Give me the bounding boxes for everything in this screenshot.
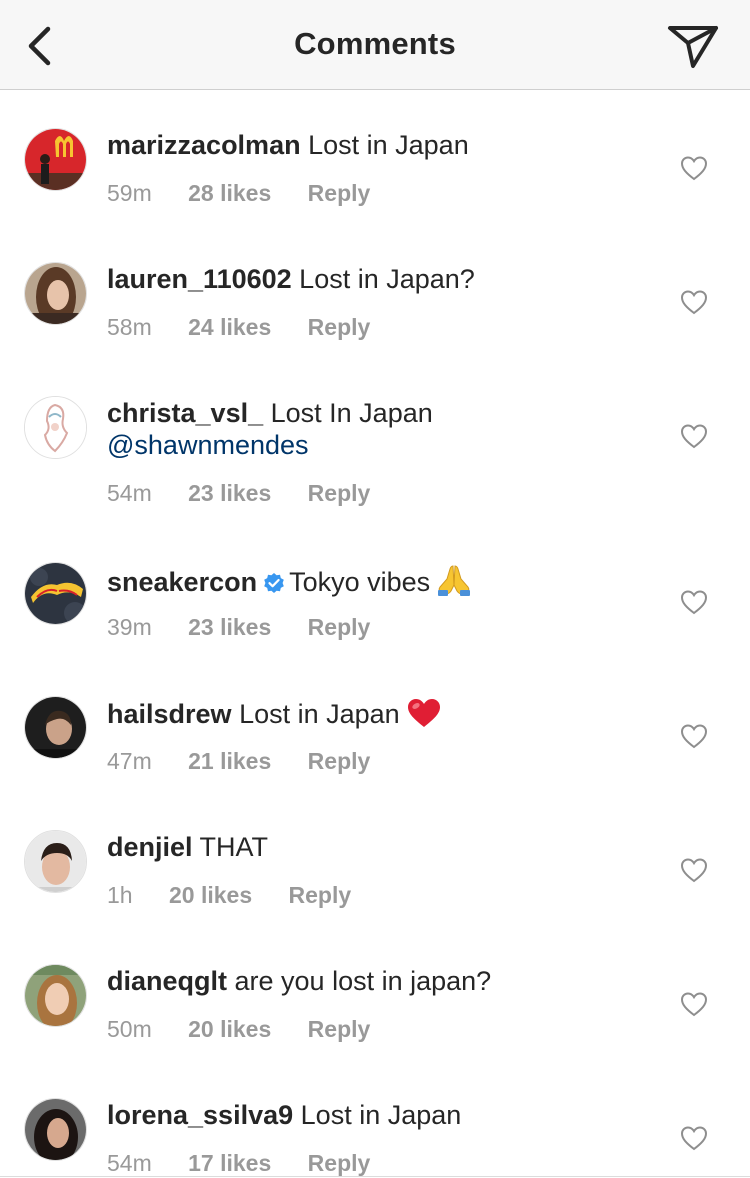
comment-body: Lost In Japan <box>270 398 433 428</box>
comment-text: sneakercon Tokyo vibes <box>107 563 647 598</box>
header-bar: Comments <box>0 0 750 90</box>
like-heart-icon[interactable] <box>680 857 708 883</box>
comment-meta: 59m 28 likes Reply <box>107 180 400 207</box>
comment-username[interactable]: christa_vsl_ <box>107 398 263 428</box>
comment-likes[interactable]: 24 likes <box>188 314 271 340</box>
comment-likes[interactable]: 21 likes <box>188 748 271 774</box>
red-heart-emoji-icon <box>407 699 440 727</box>
comment-body: are you lost in japan? <box>234 966 492 996</box>
comment-likes[interactable]: 17 likes <box>188 1150 271 1176</box>
comment-likes[interactable]: 23 likes <box>188 480 271 506</box>
comment-body: Tokyo vibes <box>289 567 431 597</box>
comment-username[interactable]: hailsdrew <box>107 699 232 729</box>
comment-time: 54m <box>107 1150 152 1176</box>
comment-body: THAT <box>199 832 269 862</box>
comment-likes[interactable]: 28 likes <box>188 180 271 206</box>
comment-text: hailsdrew Lost in Japan <box>107 697 647 730</box>
like-heart-icon[interactable] <box>680 155 708 181</box>
avatar[interactable] <box>24 1098 87 1161</box>
comment-time: 47m <box>107 748 152 774</box>
like-heart-icon[interactable] <box>680 1125 708 1151</box>
reply-button[interactable]: Reply <box>308 1150 371 1176</box>
comment-text: lorena_ssilva9 Lost in Japan <box>107 1099 647 1131</box>
comment-username[interactable]: lauren_110602 <box>107 264 292 294</box>
comment-body: Lost in Japan <box>300 1100 462 1130</box>
comment-time: 58m <box>107 314 152 340</box>
comment-meta: 50m 20 likes Reply <box>107 1016 400 1043</box>
like-heart-icon[interactable] <box>680 589 708 615</box>
share-button[interactable] <box>666 24 720 70</box>
like-heart-icon[interactable] <box>680 423 708 449</box>
comment-time: 39m <box>107 614 152 640</box>
like-heart-icon[interactable] <box>680 289 708 315</box>
reply-button[interactable]: Reply <box>308 480 371 506</box>
folded-hands-emoji-icon <box>438 565 471 596</box>
comment-text: lauren_110602 Lost in Japan? <box>107 263 647 295</box>
comment-body: Lost in Japan <box>239 699 400 729</box>
avatar[interactable] <box>24 830 87 893</box>
avatar[interactable] <box>24 696 87 759</box>
comment-likes[interactable]: 23 likes <box>188 614 271 640</box>
reply-button[interactable]: Reply <box>308 1016 371 1042</box>
avatar[interactable] <box>24 562 87 625</box>
avatar[interactable] <box>24 964 87 1027</box>
comment-likes[interactable]: 20 likes <box>188 1016 271 1042</box>
reply-button[interactable]: Reply <box>308 748 371 774</box>
comment-meta: 1h 20 likes Reply <box>107 882 381 909</box>
reply-button[interactable]: Reply <box>308 180 371 206</box>
verified-badge-icon <box>264 573 284 593</box>
like-heart-icon[interactable] <box>680 991 708 1017</box>
reply-button[interactable]: Reply <box>289 882 352 908</box>
comment-meta: 58m 24 likes Reply <box>107 314 400 341</box>
mention-link[interactable]: @shawnmendes <box>107 430 309 460</box>
comment-time: 54m <box>107 480 152 506</box>
comment-meta: 39m 23 likes Reply <box>107 614 400 641</box>
comment-time: 1h <box>107 882 133 908</box>
avatar[interactable] <box>24 128 87 191</box>
page-title: Comments <box>294 26 456 61</box>
comment-text: christa_vsl_ Lost In Japan @shawnmendes <box>107 397 647 461</box>
comment-text: dianeqglt are you lost in japan? <box>107 965 647 997</box>
comment-meta: 47m 21 likes Reply <box>107 748 400 775</box>
comment-username[interactable]: denjiel <box>107 832 193 862</box>
avatar[interactable] <box>24 396 87 459</box>
comment-username[interactable]: dianeqglt <box>107 966 227 996</box>
bottom-divider <box>0 1176 750 1177</box>
comment-meta: 54m 23 likes Reply <box>107 480 400 507</box>
comment-username[interactable]: sneakercon <box>107 567 257 597</box>
comment-time: 50m <box>107 1016 152 1042</box>
comment-body: Lost in Japan? <box>299 264 475 294</box>
paper-plane-icon <box>668 26 718 68</box>
comment-likes[interactable]: 20 likes <box>169 882 252 908</box>
comment-time: 59m <box>107 180 152 206</box>
reply-button[interactable]: Reply <box>308 314 371 340</box>
comment-username[interactable]: marizzacolman <box>107 130 301 160</box>
comment-text: marizzacolman Lost in Japan <box>107 129 647 161</box>
comment-text: denjiel THAT <box>107 831 647 863</box>
like-heart-icon[interactable] <box>680 723 708 749</box>
comment-meta: 54m 17 likes Reply <box>107 1150 400 1177</box>
reply-button[interactable]: Reply <box>308 614 371 640</box>
avatar[interactable] <box>24 262 87 325</box>
comment-username[interactable]: lorena_ssilva9 <box>107 1100 293 1130</box>
comment-body: Lost in Japan <box>308 130 469 160</box>
